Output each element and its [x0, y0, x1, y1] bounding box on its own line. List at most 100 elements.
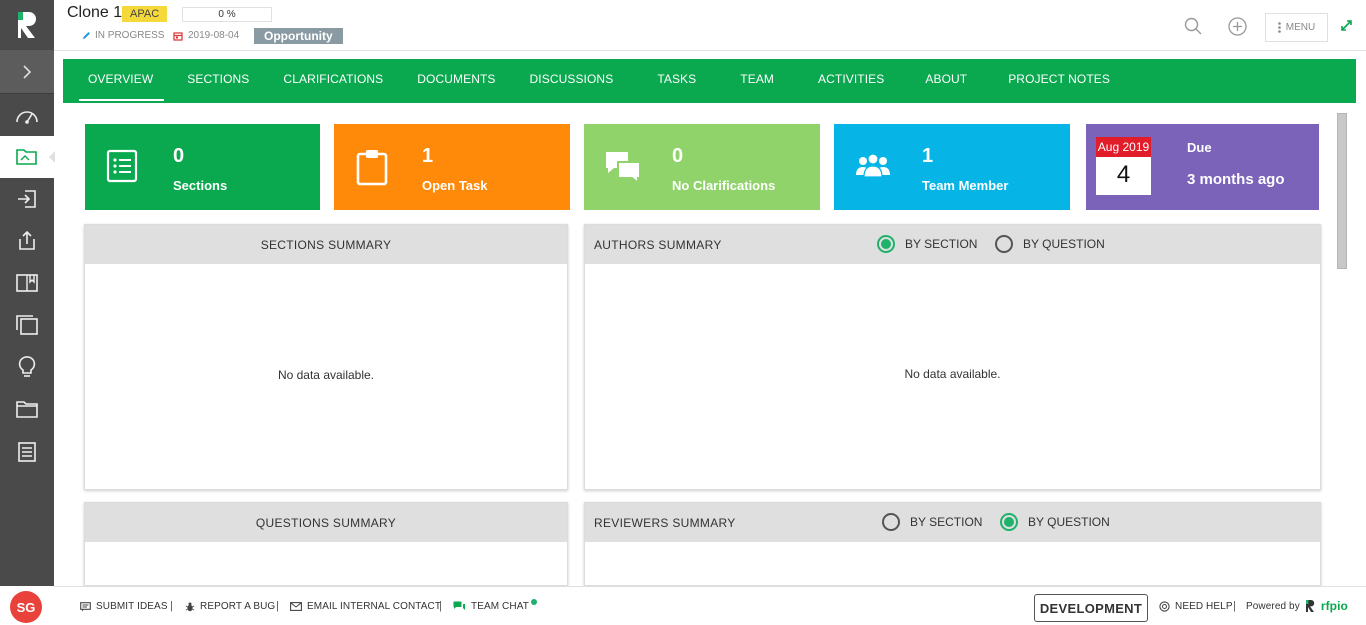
- sections-card[interactable]: 0 Sections: [85, 124, 320, 210]
- submit-ideas-link[interactable]: SUBMIT IDEAS: [80, 601, 168, 612]
- need-help-label: NEED HELP: [1175, 601, 1233, 612]
- tab-tasks[interactable]: TASKS: [630, 59, 720, 103]
- open-task-count: 1: [422, 145, 434, 167]
- date-label: 2019-08-04: [188, 30, 240, 41]
- menu-button[interactable]: MENU: [1265, 13, 1328, 42]
- sidebar-item-folders[interactable]: [0, 388, 54, 430]
- project-due-date: 2019-08-04: [173, 30, 239, 41]
- radio-unselected: [882, 513, 900, 531]
- due-value: 3 months ago: [1187, 171, 1285, 188]
- footer-bar: SUBMIT IDEAS | REPORT A BUG | EMAIL INTE…: [54, 586, 1366, 625]
- calendar-day: 4: [1116, 161, 1131, 188]
- tab-activities[interactable]: ACTIVITIES: [801, 59, 908, 103]
- chevron-right-icon: [23, 64, 32, 79]
- lightbulb-icon: [18, 356, 36, 377]
- project-type-badge: Opportunity: [254, 28, 343, 44]
- book-icon: [16, 274, 38, 292]
- submit-ideas-label: SUBMIT IDEAS: [96, 601, 168, 612]
- radio-selected: [1000, 513, 1018, 531]
- team-member-card[interactable]: 1 Team Member: [834, 124, 1070, 210]
- rfpio-logo[interactable]: [0, 0, 54, 50]
- sidebar-item-documents[interactable]: [0, 304, 54, 346]
- radio-unselected: [995, 235, 1013, 253]
- lifebuoy-icon: [1159, 601, 1170, 612]
- search-button[interactable]: [1184, 17, 1202, 40]
- plus-circle-icon: [1228, 17, 1247, 36]
- search-icon: [1184, 17, 1202, 35]
- tab-overview[interactable]: OVERVIEW: [71, 59, 170, 103]
- sidebar-item-reports[interactable]: [0, 431, 54, 473]
- page-scrollbar[interactable]: [1337, 113, 1347, 269]
- progress-indicator: 0 %: [182, 7, 272, 22]
- fullscreen-button[interactable]: [1340, 19, 1353, 37]
- logo-icon: [18, 12, 36, 38]
- authors-summary-panel: AUTHORS SUMMARY BY SECTION BY QUESTION N…: [584, 224, 1321, 490]
- tab-project-notes[interactable]: PROJECT NOTES: [991, 59, 1127, 103]
- clarifications-card[interactable]: 0 No Clarifications: [584, 124, 820, 210]
- import-icon: [18, 190, 36, 208]
- tab-about[interactable]: ABOUT: [908, 59, 991, 103]
- comment-icon: [80, 601, 91, 611]
- by-section-radio[interactable]: BY SECTION: [882, 513, 982, 531]
- radio-label: BY SECTION: [905, 237, 978, 251]
- people-icon: [854, 148, 892, 189]
- due-label: Due: [1187, 140, 1212, 155]
- radio-label: BY QUESTION: [1023, 237, 1105, 251]
- sections-label: Sections: [173, 178, 228, 193]
- sections-count: 0: [173, 145, 185, 167]
- panel-title: QUESTIONS SUMMARY: [85, 503, 567, 542]
- project-tabs: OVERVIEW SECTIONS CLARIFICATIONS DOCUMEN…: [63, 59, 1356, 103]
- region-badge: APAC: [122, 6, 168, 22]
- project-header: Clone 1 APAC 0 % IN PROGRESS 2019-08-04 …: [54, 0, 1366, 51]
- pencil-icon: [83, 32, 90, 39]
- menu-label: MENU: [1285, 22, 1316, 33]
- due-date-card[interactable]: Aug 2019 4 Due 3 months ago: [1086, 124, 1319, 210]
- tab-clarifications[interactable]: CLARIFICATIONS: [266, 59, 400, 103]
- speedometer-icon: [16, 111, 38, 124]
- sidebar-item-import[interactable]: [0, 178, 54, 220]
- environment-button[interactable]: DEVELOPMENT: [1034, 594, 1148, 622]
- clarifications-label: No Clarifications: [672, 178, 776, 193]
- team-chat-label: TEAM CHAT: [471, 601, 529, 612]
- clarifications-count: 0: [672, 145, 684, 167]
- radio-selected: [877, 235, 895, 253]
- team-label: Team Member: [922, 178, 1009, 193]
- powered-by: Powered by rfpio: [1246, 599, 1348, 613]
- project-title: Clone 1: [67, 4, 123, 21]
- user-avatar[interactable]: SG: [10, 591, 42, 623]
- reviewers-summary-panel: REVIEWERS SUMMARY BY SECTION BY QUESTION: [584, 502, 1321, 586]
- team-chat-link[interactable]: TEAM CHAT: [453, 598, 540, 612]
- sidebar-item-library[interactable]: [0, 262, 54, 304]
- open-task-card[interactable]: 1 Open Task: [334, 124, 570, 210]
- sidebar-item-projects[interactable]: [0, 136, 55, 178]
- tab-discussions[interactable]: DISCUSSIONS: [513, 59, 631, 103]
- tab-team[interactable]: TEAM: [720, 59, 801, 103]
- empty-state: No data available.: [904, 367, 1001, 381]
- email-contact-link[interactable]: EMAIL INTERNAL CONTACT: [290, 601, 441, 612]
- report-bug-label: REPORT A BUG: [200, 601, 276, 612]
- sidebar-item-dashboard[interactable]: [0, 95, 54, 137]
- calendar-widget: Aug 2019 4: [1096, 137, 1151, 195]
- footer-separator: |: [1233, 600, 1236, 612]
- expand-sidebar-button[interactable]: [0, 50, 54, 94]
- status-label: IN PROGRESS: [95, 30, 165, 41]
- need-help-link[interactable]: NEED HELP: [1159, 601, 1233, 612]
- tab-documents[interactable]: DOCUMENTS: [400, 59, 512, 103]
- project-status[interactable]: IN PROGRESS: [82, 30, 164, 41]
- sidebar-item-export[interactable]: [0, 220, 54, 262]
- left-sidebar: SG: [0, 0, 55, 625]
- radio-label: BY QUESTION: [1028, 515, 1110, 529]
- tab-sections[interactable]: SECTIONS: [170, 59, 266, 103]
- by-question-radio[interactable]: BY QUESTION: [995, 235, 1105, 253]
- stacked-windows-icon: [16, 315, 38, 335]
- empty-state: No data available.: [277, 368, 375, 382]
- radio-label: BY SECTION: [910, 515, 983, 529]
- calendar-icon: [173, 31, 183, 41]
- by-section-radio[interactable]: BY SECTION: [877, 235, 977, 253]
- questions-summary-panel: QUESTIONS SUMMARY: [84, 502, 568, 586]
- calendar-month: Aug 2019: [1096, 137, 1151, 157]
- add-button[interactable]: [1228, 17, 1247, 41]
- by-question-radio[interactable]: BY QUESTION: [1000, 513, 1110, 531]
- report-bug-link[interactable]: REPORT A BUG: [185, 601, 275, 612]
- sidebar-item-ideas[interactable]: [0, 346, 54, 388]
